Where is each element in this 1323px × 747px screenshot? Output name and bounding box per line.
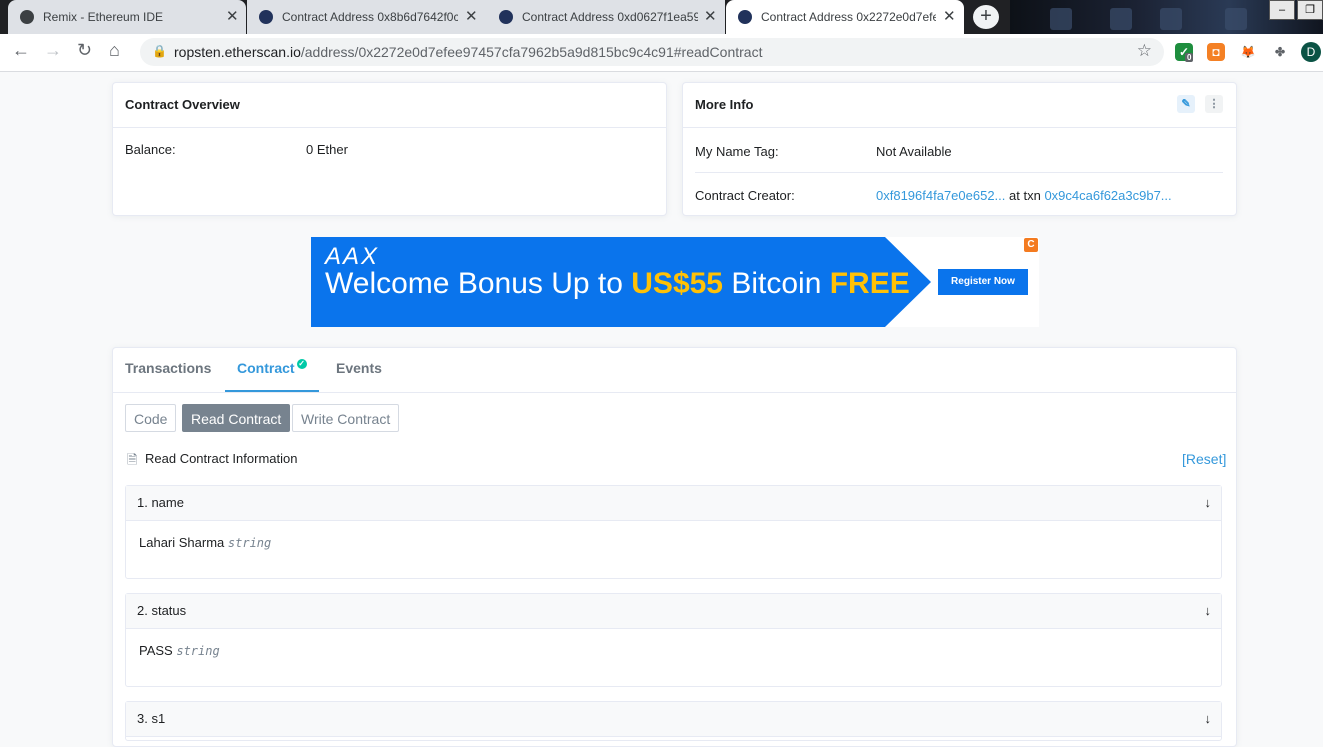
contract-overview-card: Contract Overview Balance: 0 Ether [112, 82, 667, 216]
address-bar[interactable]: 🔒 ropsten.etherscan.io/address/0x2272e0d… [140, 38, 1164, 66]
balance-label: Balance: [125, 142, 176, 157]
lock-icon[interactable]: 🔒 [152, 44, 167, 58]
function-item: 2. status ↓ PASS string [125, 593, 1222, 687]
function-name: 1. name [137, 495, 184, 510]
profile-avatar[interactable]: D [1301, 42, 1321, 62]
tab-transactions[interactable]: Transactions [125, 348, 211, 392]
new-tab-button[interactable]: + [973, 5, 999, 29]
browser-tab-contract-1[interactable]: Contract Address 0x8b6d7642f0c ✕ [247, 0, 487, 34]
close-tab-icon[interactable]: ✕ [465, 7, 478, 25]
more-info-card: More Info ✎ ⋮ My Name Tag: Not Available… [682, 82, 1237, 216]
browser-tab-remix[interactable]: Remix - Ethereum IDE ✕ [8, 0, 246, 34]
arrow-down-icon[interactable]: ↓ [1205, 486, 1212, 520]
tab-title: Contract Address 0x2272e0d7efe [761, 10, 936, 24]
etherscan-favicon-icon [738, 10, 752, 24]
extensions-puzzle-icon[interactable]: ✤ [1271, 43, 1289, 61]
ad-free: FREE [829, 267, 910, 300]
name-tag-label: My Name Tag: [695, 144, 779, 159]
forward-arrow-icon[interactable]: → [44, 40, 62, 61]
browser-tab-strip: – ❐ Remix - Ethereum IDE ✕ Contract Addr… [0, 0, 1323, 34]
read-contract-button[interactable]: Read Contract [182, 404, 291, 432]
reload-icon[interactable]: ↻ [77, 40, 92, 61]
etherscan-favicon-icon [259, 10, 273, 24]
edit-name-tag-icon[interactable]: ✎ [1177, 95, 1195, 113]
home-icon[interactable]: ⌂ [109, 40, 120, 61]
arrow-down-icon[interactable]: ↓ [1205, 702, 1212, 736]
function-result: Lahari Sharma string [126, 521, 1221, 564]
write-contract-button[interactable]: Write Contract [292, 404, 400, 432]
name-tag-value: Not Available [876, 144, 952, 159]
back-arrow-icon[interactable]: ← [12, 40, 30, 61]
url-host: ropsten.etherscan.io [174, 44, 301, 60]
document-icon: 🗎 [127, 452, 138, 467]
card-title: Contract Overview [113, 83, 666, 128]
url-path: /address/0x2272e0d7efee97457cfa7962b5a9d… [300, 44, 763, 60]
bookmark-star-icon[interactable]: ☆ [1137, 41, 1152, 61]
function-name: 2. status [137, 603, 187, 618]
more-options-icon[interactable]: ⋮ [1205, 95, 1223, 113]
ad-text-2: Bitcoin [723, 267, 830, 300]
arrow-down-icon[interactable]: ↓ [1205, 594, 1212, 628]
function-header[interactable]: 3. s1 ↓ [126, 702, 1221, 737]
tab-title: Contract Address 0xd0627f1ea59 [522, 10, 698, 24]
balance-value: 0 Ether [306, 142, 348, 157]
metamask-fox-icon[interactable]: 🦊 [1239, 43, 1257, 61]
function-item: 3. s1 ↓ [125, 701, 1222, 741]
result-value: PASS [139, 643, 173, 658]
window-controls: – ❐ [1267, 0, 1323, 20]
function-item: 1. name ↓ Lahari Sharma string [125, 485, 1222, 579]
result-type: string [227, 536, 272, 550]
tab-contract[interactable]: Contract ✓ [225, 348, 319, 392]
extension-badge: 0 [1185, 53, 1194, 62]
browser-toolbar: ← → ↻ ⌂ 🔒 ropsten.etherscan.io/address/0… [0, 34, 1323, 72]
function-header[interactable]: 2. status ↓ [126, 594, 1221, 629]
close-tab-icon[interactable]: ✕ [943, 7, 956, 25]
function-header[interactable]: 1. name ↓ [126, 486, 1221, 521]
tab-title: Remix - Ethereum IDE [43, 10, 164, 24]
creator-info: 0xf8196f4fa7e0e652... at txn 0x9c4ca6f62… [876, 188, 1172, 203]
restore-icon[interactable]: ❐ [1297, 0, 1323, 20]
creator-label: Contract Creator: [695, 188, 795, 203]
wallet-extension-icon[interactable]: ◘ [1207, 43, 1225, 61]
etherscan-favicon-icon [499, 10, 513, 24]
at-txn-text: at txn [1009, 188, 1041, 203]
ad-headline: Welcome Bonus Up to US$55 Bitcoin FREE [325, 267, 910, 301]
close-tab-icon[interactable]: ✕ [226, 7, 239, 25]
result-value: Lahari Sharma [139, 535, 225, 550]
ad-banner[interactable]: AAX Welcome Bonus Up to US$55 Bitcoin FR… [311, 237, 1039, 327]
contract-tab-bar: Transactions Contract ✓ Events [113, 348, 1236, 393]
tab-title: Contract Address 0x8b6d7642f0c [282, 10, 458, 24]
browser-tab-contract-2[interactable]: Contract Address 0xd0627f1ea59 ✕ [487, 0, 725, 34]
ad-amount: US$55 [631, 267, 723, 300]
shield-extension-icon[interactable]: ✓ 0 [1175, 43, 1194, 62]
function-result: PASS string [126, 629, 1221, 672]
remix-favicon-icon [20, 10, 34, 24]
tab-events[interactable]: Events [336, 348, 382, 392]
tab-contract-label: Contract [237, 360, 295, 376]
read-info-title: Read Contract Information [145, 451, 298, 466]
ad-choices-icon[interactable]: C [1024, 238, 1038, 252]
reset-link[interactable]: [Reset] [1182, 451, 1226, 467]
ad-text-1: Welcome Bonus Up to [325, 267, 632, 300]
card-header: More Info ✎ ⋮ [683, 83, 1236, 128]
minimize-icon[interactable]: – [1269, 0, 1295, 20]
creator-address-link[interactable]: 0xf8196f4fa7e0e652... [876, 188, 1005, 203]
url-text[interactable]: ropsten.etherscan.io/address/0x2272e0d7e… [174, 44, 762, 60]
result-type: string [176, 644, 220, 658]
close-tab-icon[interactable]: ✕ [704, 7, 717, 25]
ad-register-button[interactable]: Register Now [938, 269, 1028, 295]
verified-check-icon: ✓ [296, 359, 307, 369]
contract-tabs-card: Transactions Contract ✓ Events Code Read … [112, 347, 1237, 747]
creator-txn-link[interactable]: 0x9c4ca6f62a3c9b7... [1044, 188, 1171, 203]
divider [695, 172, 1223, 173]
card-title: More Info [695, 97, 754, 112]
browser-tab-contract-active[interactable]: Contract Address 0x2272e0d7efe ✕ [726, 0, 964, 34]
code-button[interactable]: Code [125, 404, 177, 432]
